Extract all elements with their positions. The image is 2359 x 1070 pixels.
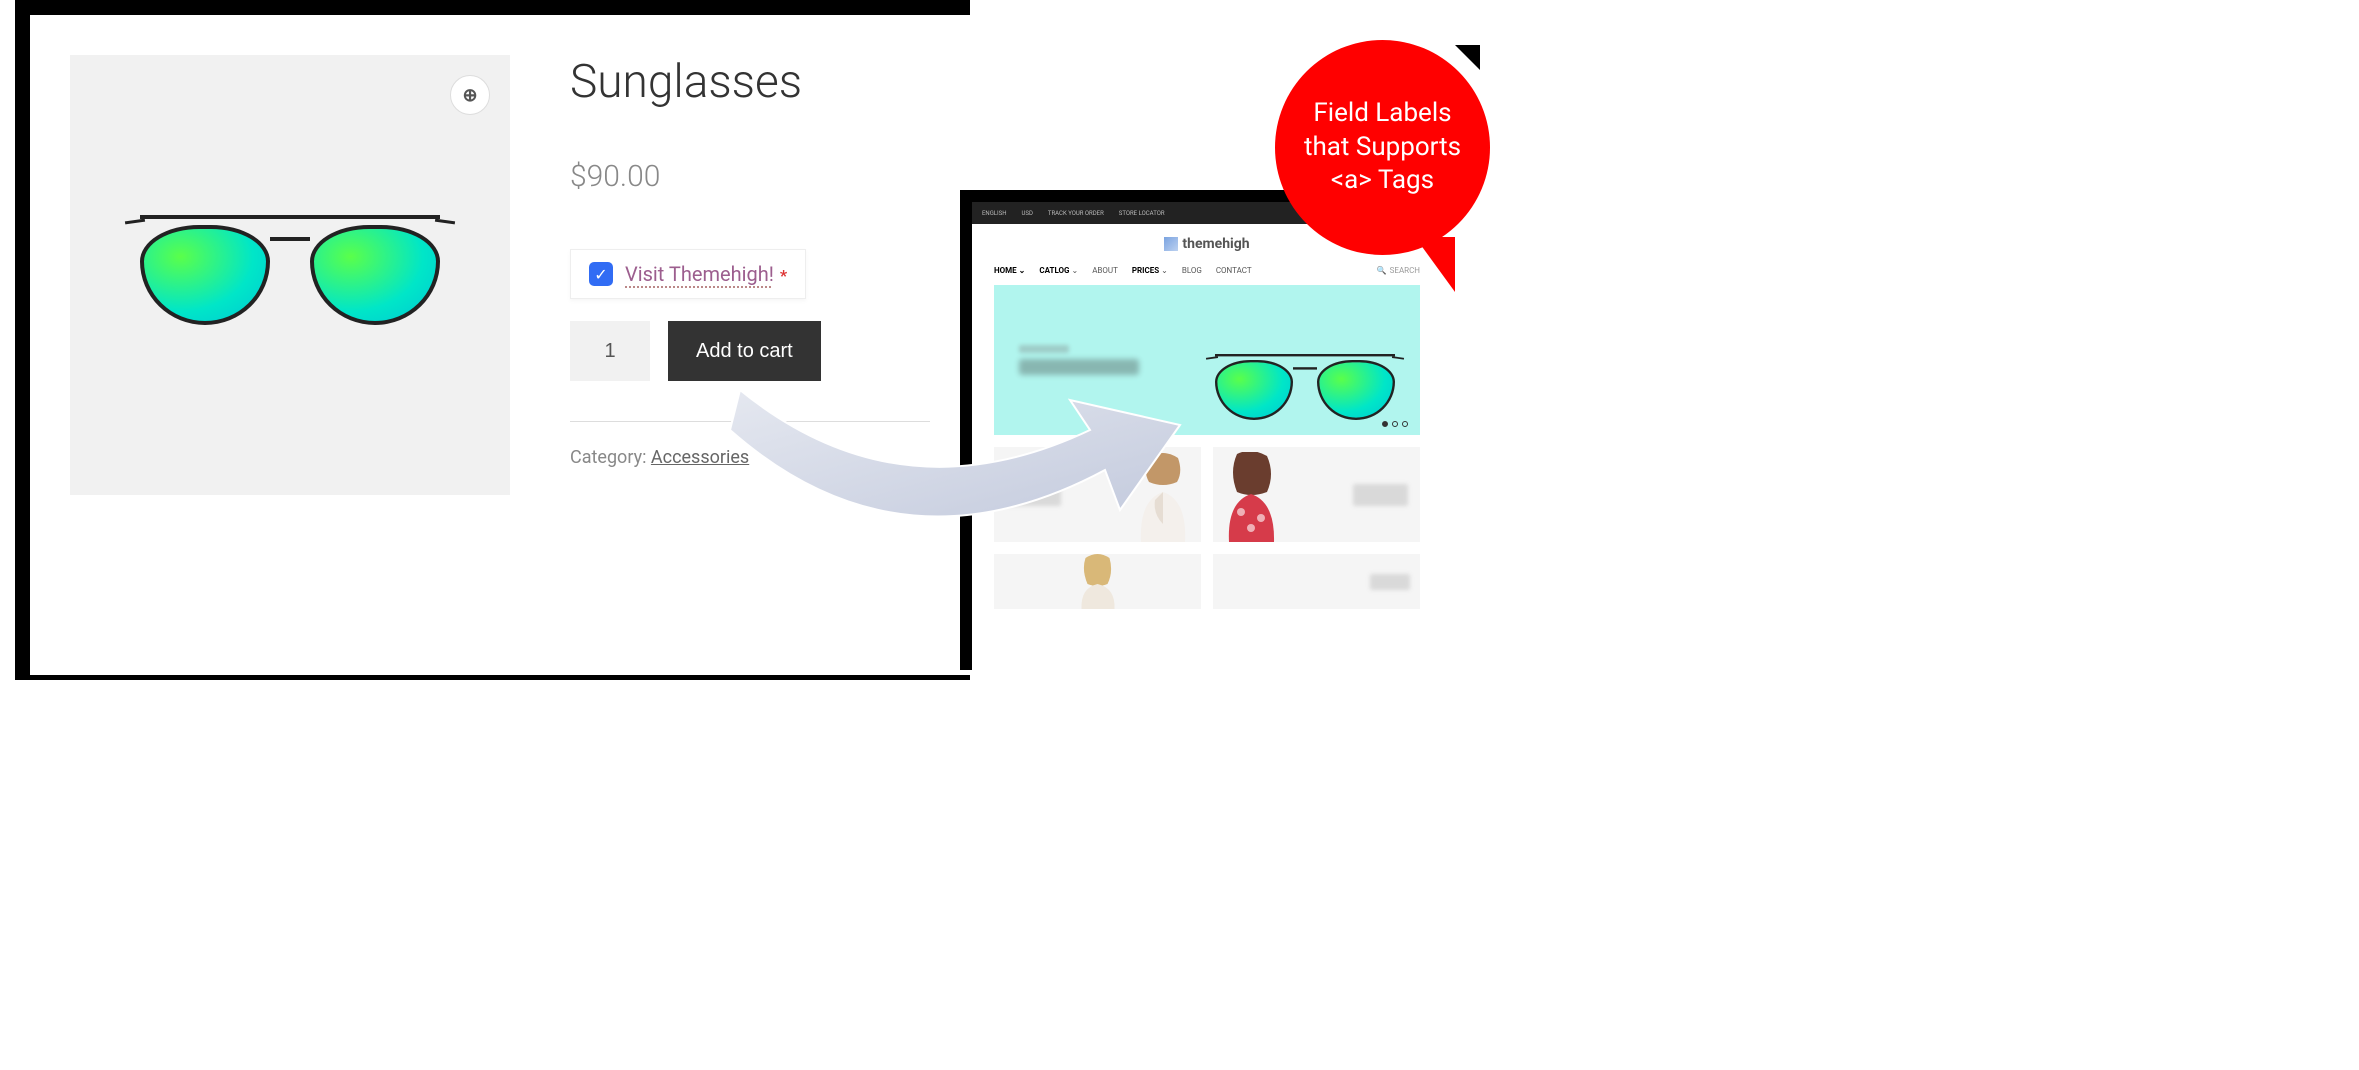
zoom-icon[interactable]: ⊕ (450, 75, 490, 115)
hero-title-blur (1019, 359, 1139, 375)
callout-bubble: Field Labels that Supports <a> Tags (1275, 40, 1495, 300)
product-image-panel: ⊕ (70, 55, 510, 495)
product-title: Sunglasses (570, 55, 930, 109)
bubble-line1: Field Labels (1304, 97, 1461, 131)
chevron-down-icon: ⌄ (1161, 266, 1168, 275)
chevron-down-icon: ⌄ (1019, 266, 1026, 275)
site-logo[interactable]: themehigh (1164, 236, 1249, 252)
hero-sunglasses-image (1215, 354, 1395, 426)
divider (570, 421, 930, 422)
promo-card-4[interactable] (1213, 554, 1420, 609)
dot-3[interactable] (1402, 421, 1408, 427)
add-to-cart-button[interactable]: Add to cart (668, 321, 821, 381)
hero-subtitle-blur (1019, 345, 1069, 353)
bubble-tail-icon (1415, 237, 1455, 292)
product-page-card: ⊕ Sunglasses $90.00 ✓ Visit Themehigh! * (30, 15, 970, 675)
person-image-2 (1219, 452, 1284, 542)
nav-prices[interactable]: PRICES ⌄ (1132, 266, 1168, 275)
product-price: $90.00 (570, 159, 930, 194)
promo-text-blur (1353, 484, 1408, 506)
chevron-down-icon: ⌄ (1072, 266, 1079, 275)
topbar-usd[interactable]: USD (1021, 210, 1032, 217)
nav-home[interactable]: HOME ⌄ (994, 266, 1025, 275)
dot-1[interactable] (1382, 421, 1388, 427)
category-link[interactable]: Accessories (651, 447, 749, 468)
product-image-sunglasses (140, 215, 440, 335)
topbar-english[interactable]: ENGLISH (982, 210, 1006, 217)
topbar-track-order[interactable]: TRACK YOUR ORDER (1048, 210, 1104, 217)
nav-contact[interactable]: CONTACT (1216, 266, 1252, 275)
product-category: Category: Accessories (570, 447, 930, 468)
promo-text-blur (1370, 574, 1410, 590)
checkbox-label-link[interactable]: Visit Themehigh! (625, 262, 774, 286)
person-image-1 (1133, 452, 1193, 542)
category-label: Category: (570, 447, 651, 468)
logo-icon (1164, 237, 1178, 251)
topbar-store-locator[interactable]: STORE LOCATOR (1119, 210, 1165, 217)
nav-about[interactable]: ABOUT (1092, 266, 1118, 275)
hero-banner (994, 285, 1420, 435)
required-mark: * (780, 266, 787, 285)
nav-blog[interactable]: BLOG (1182, 266, 1202, 275)
promo-card-2[interactable] (1213, 447, 1420, 542)
bubble-corner-icon (1440, 45, 1480, 85)
checkbox-checked-icon[interactable]: ✓ (589, 262, 613, 286)
quantity-input[interactable] (570, 321, 650, 381)
bubble-line3: <a> Tags (1304, 164, 1461, 198)
carousel-dots[interactable] (1382, 421, 1408, 427)
checkbox-field-row[interactable]: ✓ Visit Themehigh! * (570, 249, 806, 299)
dot-2[interactable] (1392, 421, 1398, 427)
person-image-3 (1075, 554, 1120, 609)
promo-text-blur (1006, 484, 1061, 506)
promo-card-3[interactable] (994, 554, 1201, 609)
bubble-line2: that Supports (1304, 131, 1461, 165)
nav-catlog[interactable]: CATLOG ⌄ (1039, 266, 1078, 275)
promo-card-1[interactable] (994, 447, 1201, 542)
